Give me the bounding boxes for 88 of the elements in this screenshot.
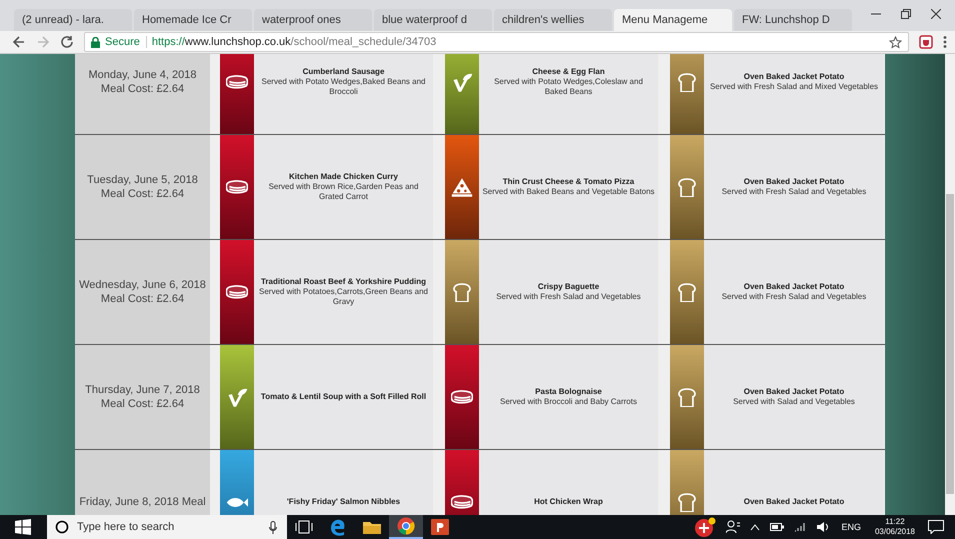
meal-name: Cumberland Sausage bbox=[302, 67, 384, 77]
meal-name: Cheese & Egg Flan bbox=[532, 67, 605, 77]
chrome-taskbar-button[interactable] bbox=[389, 515, 423, 539]
clock-time[interactable]: 11:22 bbox=[885, 517, 905, 527]
meal-date: Wednesday, June 6, 2018 bbox=[79, 278, 206, 292]
meal-cost: Meal Cost: £2.64 bbox=[100, 292, 184, 306]
meal-description: Served with Brown Rice,Garden Peas and Grated Carrot bbox=[268, 182, 420, 202]
bread-slice-icon bbox=[676, 492, 698, 512]
bread-slice-icon bbox=[676, 388, 698, 406]
notification-icon[interactable] bbox=[928, 520, 944, 534]
back-icon[interactable] bbox=[12, 35, 26, 49]
language-indicator[interactable]: ENG bbox=[841, 522, 861, 532]
browser-tab[interactable]: blue waterproof d bbox=[374, 9, 492, 31]
secure-label: Secure bbox=[105, 36, 147, 48]
meal-description: Served with Fresh Salad and Mixed Vegetables bbox=[710, 82, 878, 92]
meal-cost: Meal Cost: £2.64 bbox=[100, 82, 184, 96]
steak-icon bbox=[451, 492, 473, 512]
bread-slice-icon bbox=[676, 282, 698, 302]
meal-date: Friday, June 8, 2018 Meal bbox=[79, 495, 206, 509]
browser-tab[interactable]: children's wellies bbox=[494, 9, 612, 31]
meal-date: Tuesday, June 5, 2018 bbox=[87, 173, 198, 187]
leaf-check-icon bbox=[226, 388, 248, 406]
menu-icon[interactable] bbox=[943, 35, 947, 49]
meal-name: Traditional Roast Beef & Yorkshire Pudding bbox=[260, 277, 426, 287]
meal-date: Monday, June 4, 2018 bbox=[88, 68, 197, 82]
folder-icon[interactable] bbox=[363, 520, 381, 534]
bread-slice-icon bbox=[676, 178, 698, 196]
bread-slice-icon bbox=[451, 282, 473, 302]
meal-name: 'Fishy Friday' Salmon Nibbles bbox=[286, 497, 400, 507]
browser-tab[interactable]: waterproof ones bbox=[254, 9, 372, 31]
meal-description: Served with Potato Wedges,Baked Beans and Broccoli bbox=[260, 77, 426, 97]
app-tray-icon[interactable] bbox=[694, 517, 716, 537]
task-view-icon[interactable] bbox=[295, 520, 313, 534]
edge-browser-icon[interactable] bbox=[329, 518, 347, 536]
meal-name: Oven Baked Jacket Potato bbox=[744, 72, 844, 82]
meal-description: Served with Fresh Salad and Vegetables bbox=[722, 292, 866, 302]
meal-name: Oven Baked Jacket Potato bbox=[744, 282, 844, 292]
browser-tab[interactable]: FW: Lunchshop D bbox=[734, 9, 852, 31]
meal-name: Crispy Baguette bbox=[538, 282, 600, 292]
windows-start-icon[interactable] bbox=[15, 519, 31, 535]
meal-description: Served with Broccoli and Baby Carrots bbox=[500, 397, 637, 407]
meal-date: Thursday, June 7, 2018 bbox=[85, 383, 200, 397]
taskbar-search-field[interactable]: Type here to search bbox=[47, 515, 287, 539]
meal-description: Served with Fresh Salad and Vegetables bbox=[722, 187, 866, 197]
meal-name: Oven Baked Jacket Potato bbox=[744, 387, 844, 397]
meal-description: Served with Potato Wedges,Coleslaw and Baked Beans bbox=[493, 77, 644, 97]
battery-icon[interactable] bbox=[770, 523, 784, 531]
scrollbar-thumb[interactable] bbox=[946, 194, 954, 494]
meal-cost: Meal Cost: £2.64 bbox=[100, 187, 184, 201]
restore-icon[interactable] bbox=[901, 9, 911, 19]
steak-icon bbox=[226, 282, 248, 302]
extension-icon[interactable] bbox=[919, 35, 933, 49]
padlock-icon bbox=[91, 36, 100, 48]
url-text: https://www.lunchshop.co.uk/school/meal_schedule/34703 bbox=[152, 36, 436, 48]
meal-description: Served with Fresh Salad and Vegetables bbox=[496, 292, 641, 302]
wifi-icon[interactable] bbox=[794, 522, 806, 532]
meal-name: Oven Baked Jacket Potato bbox=[744, 497, 844, 507]
caret-up-icon[interactable] bbox=[750, 523, 760, 531]
people-icon[interactable] bbox=[726, 520, 740, 534]
meal-description: Served with Salad and Vegetables bbox=[733, 397, 855, 407]
meal-description: Served with Potatoes,Carrots,Green Beans and Gravy bbox=[258, 287, 429, 307]
steak-icon bbox=[451, 388, 473, 406]
browser-tab[interactable]: (2 unread) - lara. bbox=[14, 9, 132, 31]
close-icon[interactable] bbox=[931, 9, 941, 19]
meal-name: Hot Chicken Wrap bbox=[534, 497, 603, 507]
address-bar[interactable]: Secure https://www.lunchshop.co.uk/school/meal_schedule/34703 bbox=[84, 32, 909, 52]
clock-date[interactable]: 03/06/2018 bbox=[874, 527, 915, 537]
meal-name: Pasta Bolognaise bbox=[535, 387, 602, 397]
browser-tab[interactable]: Homemade Ice Cr bbox=[134, 9, 252, 31]
volume-icon[interactable] bbox=[816, 521, 830, 533]
steak-icon bbox=[226, 178, 248, 196]
bread-slice-icon bbox=[676, 72, 698, 92]
search-icon bbox=[55, 520, 69, 534]
meal-name: Tomato & Lentil Soup with a Soft Filled Roll bbox=[260, 392, 426, 402]
meal-cost: Meal Cost: £2.64 bbox=[100, 397, 184, 411]
steak-icon bbox=[226, 72, 248, 92]
meal-name: Oven Baked Jacket Potato bbox=[744, 177, 844, 187]
meal-description: Served with Baked Beans and Vegetable Batons bbox=[482, 187, 655, 197]
meal-name: Thin Crust Cheese & Tomato Pizza bbox=[502, 177, 634, 187]
pizza-slice-icon bbox=[451, 178, 473, 196]
reload-icon[interactable] bbox=[60, 35, 74, 49]
bookmark-star-icon[interactable] bbox=[889, 36, 902, 48]
microphone-icon[interactable] bbox=[269, 520, 277, 534]
meal-name: Kitchen Made Chicken Curry bbox=[289, 172, 398, 182]
leaf-check-icon bbox=[451, 72, 473, 92]
chrome-browser-icon[interactable] bbox=[397, 517, 415, 535]
powerpoint-icon[interactable] bbox=[431, 518, 449, 536]
browser-tab[interactable]: Menu Manageme bbox=[614, 9, 732, 31]
